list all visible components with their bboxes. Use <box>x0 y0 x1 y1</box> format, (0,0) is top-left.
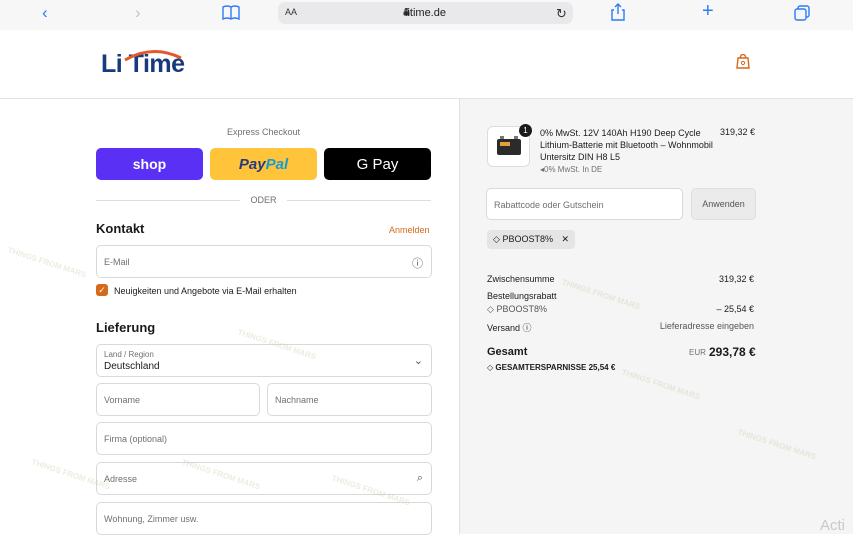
subtotal-label: Zwischensumme <box>487 274 555 284</box>
quantity-badge: 1 <box>519 124 532 137</box>
browser-toolbar: ‹ › AA litime.de ↻ + <box>0 0 853 30</box>
divider-right <box>287 200 431 201</box>
paypal-button[interactable]: Pay Pal <box>210 148 317 180</box>
address-bar[interactable]: AA litime.de ↻ <box>278 2 573 24</box>
first-name-field[interactable]: Vorname <box>96 383 260 416</box>
discount-code-line: ◇ PBOOST8% <box>487 304 547 315</box>
applied-code-text: PBOOST8% <box>502 234 553 244</box>
total-savings-text: GESAMTERSPARNISSE 25,54 € <box>495 363 616 372</box>
help-icon[interactable]: ⓘ <box>412 255 423 271</box>
activation-text: Acti <box>820 517 846 534</box>
total-value: 293,78 € <box>709 345 756 359</box>
total-currency: EUR <box>689 348 706 357</box>
tag-icon: ◇ <box>493 234 500 244</box>
shipping-label: Versand <box>487 323 521 333</box>
address-field[interactable]: Adresse ⌕ <box>96 462 432 495</box>
discount-code-text: PBOOST8% <box>496 304 547 314</box>
tabs-icon[interactable] <box>794 5 810 26</box>
company-field[interactable]: Firma (optional) <box>96 422 432 455</box>
product-tax-text: 0% MwSt. In DE <box>544 165 603 174</box>
country-value: Deutschland <box>104 361 160 372</box>
country-select[interactable]: Land / Region Deutschland ⌄ <box>96 344 432 377</box>
first-name-placeholder: Vorname <box>104 395 141 405</box>
apply-discount-button[interactable]: Anwenden <box>691 188 756 220</box>
back-icon[interactable]: ‹ <box>42 4 48 22</box>
newsletter-checkbox[interactable]: ✓ <box>96 284 108 296</box>
tag-icon: ◇ <box>487 363 494 372</box>
paypal-label-pay: Pay <box>238 155 266 173</box>
google-pay-button[interactable]: G Pay <box>324 148 431 180</box>
help-icon[interactable]: ⓘ <box>523 323 532 333</box>
email-placeholder: E-Mail <box>104 257 130 267</box>
paypal-label-pal: Pal <box>265 155 289 173</box>
litime-logo[interactable]: Li Time <box>101 50 185 84</box>
discount-code-input[interactable]: Rabattcode oder Gutschein <box>486 188 683 220</box>
chevron-down-icon: ⌄ <box>413 355 423 367</box>
shipping-label-wrap: Versand ⓘ <box>487 321 532 334</box>
shopping-bag-icon[interactable] <box>736 53 750 74</box>
reload-icon[interactable]: ↻ <box>556 6 567 22</box>
delivery-title: Lieferung <box>96 320 156 335</box>
apartment-placeholder: Wohnung, Zimmer usw. <box>104 514 199 524</box>
bookmarks-icon[interactable] <box>222 5 240 25</box>
express-checkout-title: Express Checkout <box>226 127 301 137</box>
shop-pay-button[interactable]: shop <box>96 148 203 180</box>
subtotal-value: 319,32 € <box>718 274 754 284</box>
last-name-placeholder: Nachname <box>275 395 319 405</box>
address-placeholder: Adresse <box>104 474 138 484</box>
site-header: Li Time <box>0 30 853 99</box>
discount-placeholder: Rabattcode oder Gutschein <box>494 200 604 210</box>
email-field[interactable]: E-Mail ⓘ <box>96 245 432 278</box>
login-link[interactable]: Anmelden <box>389 225 430 235</box>
country-label: Land / Region <box>104 350 154 359</box>
order-discount-label: Bestellungsrabatt <box>487 291 557 301</box>
order-summary: 1 0% MwSt. 12V 140Ah H190 Deep Cycle Lit… <box>459 99 853 534</box>
applied-code-tag: ◇ PBOOST8% ✕ <box>487 230 576 249</box>
forward-icon[interactable]: › <box>135 4 141 22</box>
product-title: 0% MwSt. 12V 140Ah H190 Deep Cycle Lithi… <box>540 128 713 162</box>
contact-title: Kontakt <box>96 221 145 236</box>
discount-value: – 25,54 € <box>716 304 754 314</box>
total-label: Gesamt <box>487 346 528 358</box>
company-placeholder: Firma (optional) <box>104 434 168 444</box>
newsletter-label: Neuigkeiten und Angebote via E-Mail erha… <box>114 286 297 296</box>
apartment-field[interactable]: Wohnung, Zimmer usw. <box>96 502 432 535</box>
remove-code-icon[interactable]: ✕ <box>561 234 569 244</box>
product-price: 319,32 € <box>720 127 756 137</box>
checkout-form: Express Checkout shop Pay Pal G Pay ODER … <box>0 99 459 535</box>
product-tax-note: ◂0% MwSt. In DE <box>540 165 602 174</box>
last-name-field[interactable]: Nachname <box>267 383 432 416</box>
google-pay-label: G Pay <box>356 155 399 173</box>
shop-pay-label: shop <box>132 156 167 172</box>
new-tab-icon[interactable]: + <box>702 1 714 21</box>
total-savings: ◇ GESAMTERSPARNISSE 25,54 € <box>487 363 615 372</box>
url-text: litime.de <box>405 7 446 19</box>
shipping-value: Lieferadresse eingeben <box>659 321 754 331</box>
tag-icon: ◇ <box>487 304 494 314</box>
share-icon[interactable] <box>611 3 625 26</box>
search-icon: ⌕ <box>416 472 423 484</box>
